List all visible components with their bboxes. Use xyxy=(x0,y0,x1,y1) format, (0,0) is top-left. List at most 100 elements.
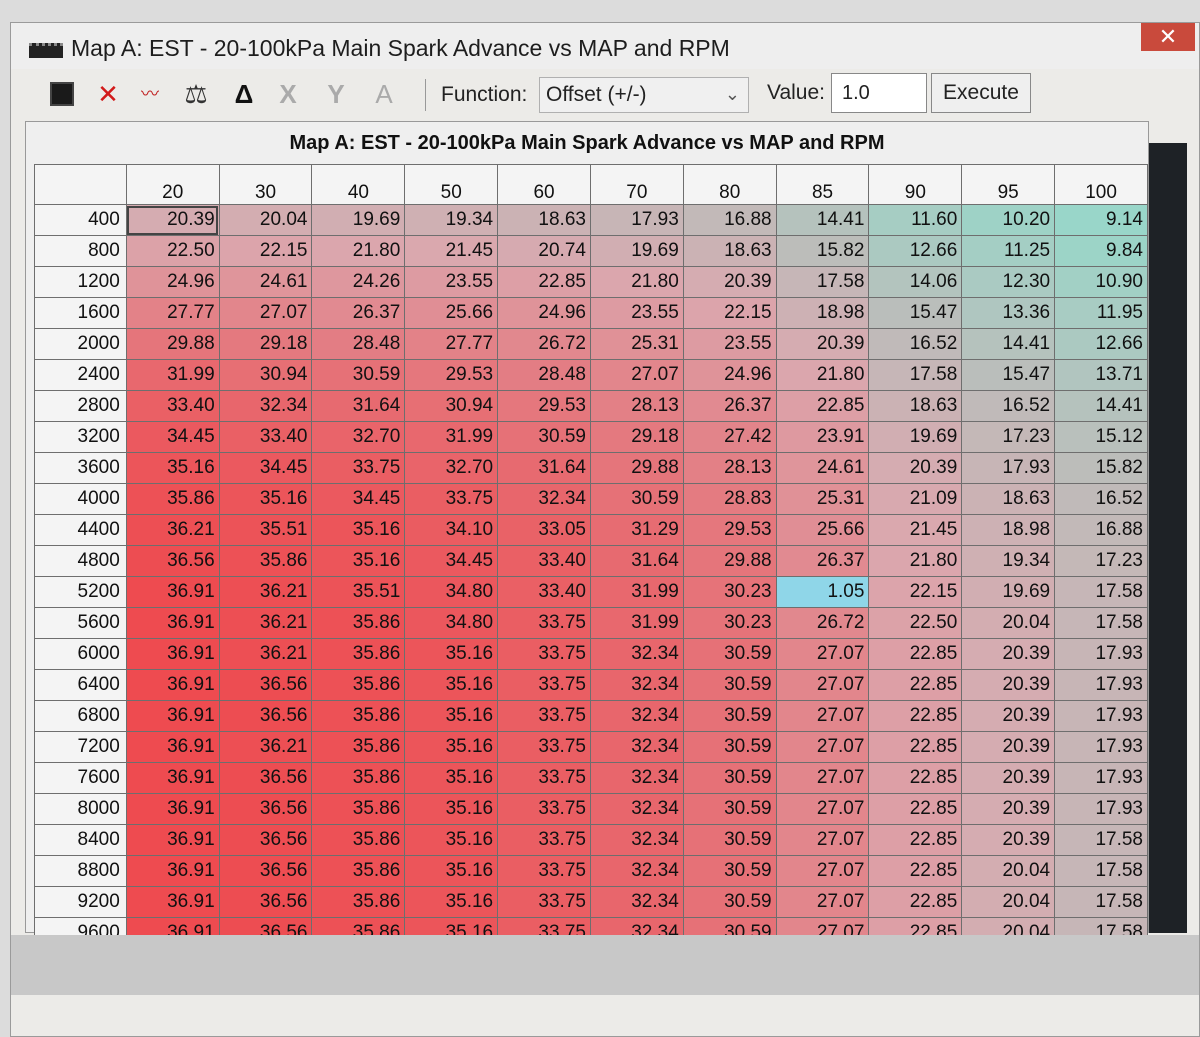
table-cell[interactable]: 24.96 xyxy=(497,297,591,329)
table-cell[interactable]: 18.98 xyxy=(775,297,870,329)
table-cell[interactable]: 16.88 xyxy=(682,204,777,236)
table-cell[interactable]: 36.56 xyxy=(218,855,313,887)
table-cell[interactable]: 34.80 xyxy=(404,576,499,608)
table-cell[interactable]: 14.41 xyxy=(1054,390,1148,422)
table-cell[interactable]: 35.16 xyxy=(311,514,406,546)
table-cell[interactable]: 15.47 xyxy=(961,359,1056,391)
table-cell[interactable]: 24.61 xyxy=(775,452,870,484)
table-cell[interactable]: 20.04 xyxy=(961,886,1056,918)
table-cell[interactable]: 21.80 xyxy=(311,235,406,267)
table-cell[interactable]: 30.59 xyxy=(589,483,684,515)
table-cell[interactable]: 33.75 xyxy=(497,824,591,856)
table-cell[interactable]: 22.85 xyxy=(868,638,963,670)
table-cell[interactable]: 17.93 xyxy=(1054,638,1148,670)
table-cell[interactable]: 31.99 xyxy=(404,421,499,453)
table-cell[interactable]: 22.15 xyxy=(868,576,963,608)
table-cell[interactable]: 30.59 xyxy=(682,700,777,732)
table-cell[interactable]: 18.98 xyxy=(961,514,1056,546)
table-cell[interactable]: 32.34 xyxy=(589,886,684,918)
table-cell[interactable]: 30.59 xyxy=(682,669,777,701)
table-cell[interactable]: 35.86 xyxy=(311,607,406,639)
table-cell[interactable]: 22.85 xyxy=(868,669,963,701)
table-cell[interactable]: 36.56 xyxy=(218,886,313,918)
table-cell[interactable]: 27.07 xyxy=(775,731,870,763)
table-cell[interactable]: 35.16 xyxy=(218,483,313,515)
table-cell[interactable]: 20.39 xyxy=(682,266,777,298)
table-cell[interactable]: 35.86 xyxy=(311,855,406,887)
table-cell[interactable]: 20.39 xyxy=(961,669,1056,701)
y-axis-icon[interactable]: Y xyxy=(321,79,351,109)
table-cell[interactable]: 17.58 xyxy=(868,359,963,391)
table-cell[interactable]: 35.86 xyxy=(311,638,406,670)
table-cell[interactable]: 15.47 xyxy=(868,297,963,329)
execute-button[interactable]: Execute xyxy=(931,73,1031,113)
table-cell[interactable]: 35.51 xyxy=(218,514,313,546)
table-cell[interactable]: 31.64 xyxy=(589,545,684,577)
table-cell[interactable]: 1.05 xyxy=(775,576,870,608)
table-cell[interactable]: 30.59 xyxy=(311,359,406,391)
table-cell[interactable]: 22.85 xyxy=(868,700,963,732)
table-cell[interactable]: 33.75 xyxy=(497,669,591,701)
table-cell[interactable]: 27.07 xyxy=(775,824,870,856)
table-cell[interactable]: 11.60 xyxy=(868,204,963,236)
table-cell[interactable]: 25.31 xyxy=(775,483,870,515)
table-cell[interactable]: 35.16 xyxy=(404,886,499,918)
table-cell[interactable]: 20.39 xyxy=(961,731,1056,763)
table-cell[interactable]: 26.72 xyxy=(497,328,591,360)
table-cell[interactable]: 35.86 xyxy=(311,824,406,856)
table-cell[interactable]: 33.75 xyxy=(497,731,591,763)
table-cell[interactable]: 27.07 xyxy=(218,297,313,329)
table-cell[interactable]: 13.36 xyxy=(961,297,1056,329)
table-cell[interactable]: 22.85 xyxy=(868,886,963,918)
table-cell[interactable]: 20.39 xyxy=(961,762,1056,794)
table-cell[interactable]: 12.66 xyxy=(868,235,963,267)
table-cell[interactable]: 17.93 xyxy=(1054,700,1148,732)
table-cell[interactable]: 20.04 xyxy=(961,607,1056,639)
table-cell[interactable]: 11.25 xyxy=(961,235,1056,267)
table-cell[interactable]: 15.82 xyxy=(775,235,870,267)
table-cell[interactable]: 32.34 xyxy=(589,762,684,794)
table-cell[interactable]: 28.13 xyxy=(682,452,777,484)
table-cell[interactable]: 34.10 xyxy=(404,514,499,546)
table-cell[interactable]: 17.58 xyxy=(1054,886,1148,918)
delta-icon[interactable]: Δ xyxy=(229,79,259,109)
table-cell[interactable]: 31.64 xyxy=(497,452,591,484)
table-cell[interactable]: 22.85 xyxy=(868,855,963,887)
table-cell[interactable]: 27.07 xyxy=(775,669,870,701)
table-cell[interactable]: 17.58 xyxy=(1054,824,1148,856)
table-cell[interactable]: 23.91 xyxy=(775,421,870,453)
table-cell[interactable]: 9.84 xyxy=(1054,235,1148,267)
table-cell[interactable]: 20.39 xyxy=(775,328,870,360)
table-cell[interactable]: 20.39 xyxy=(868,452,963,484)
table-cell[interactable]: 16.52 xyxy=(868,328,963,360)
table-cell[interactable]: 31.64 xyxy=(311,390,406,422)
table-cell[interactable]: 36.91 xyxy=(125,576,220,608)
delete-icon[interactable]: ✕ xyxy=(93,79,123,109)
function-select[interactable]: Offset (+/-) ⌄ xyxy=(539,77,749,113)
x-axis-icon[interactable]: X xyxy=(273,79,303,109)
table-cell[interactable]: 36.91 xyxy=(125,855,220,887)
table-cell[interactable]: 32.34 xyxy=(497,483,591,515)
table-cell[interactable]: 36.56 xyxy=(125,545,220,577)
table-cell[interactable]: 24.61 xyxy=(218,266,313,298)
table-cell[interactable]: 19.69 xyxy=(589,235,684,267)
close-button[interactable]: ✕ xyxy=(1141,23,1195,51)
table-cell[interactable]: 33.75 xyxy=(497,607,591,639)
table-cell[interactable]: 17.58 xyxy=(1054,576,1148,608)
table-cell[interactable]: 36.56 xyxy=(218,824,313,856)
value-input[interactable] xyxy=(831,73,927,113)
table-cell[interactable]: 32.70 xyxy=(311,421,406,453)
table-cell[interactable]: 23.55 xyxy=(404,266,499,298)
table-cell[interactable]: 33.40 xyxy=(497,545,591,577)
table-cell[interactable]: 27.77 xyxy=(404,328,499,360)
table-cell[interactable]: 16.52 xyxy=(1054,483,1148,515)
table-cell[interactable]: 35.16 xyxy=(404,638,499,670)
table-cell[interactable]: 30.59 xyxy=(497,421,591,453)
table-cell[interactable]: 29.18 xyxy=(218,328,313,360)
table-cell[interactable]: 36.91 xyxy=(125,824,220,856)
table-cell[interactable]: 35.16 xyxy=(404,669,499,701)
table-cell[interactable]: 32.34 xyxy=(218,390,313,422)
table-cell[interactable]: 17.58 xyxy=(775,266,870,298)
balance-icon[interactable]: ⚖ xyxy=(181,79,211,109)
table-cell[interactable]: 35.16 xyxy=(404,700,499,732)
